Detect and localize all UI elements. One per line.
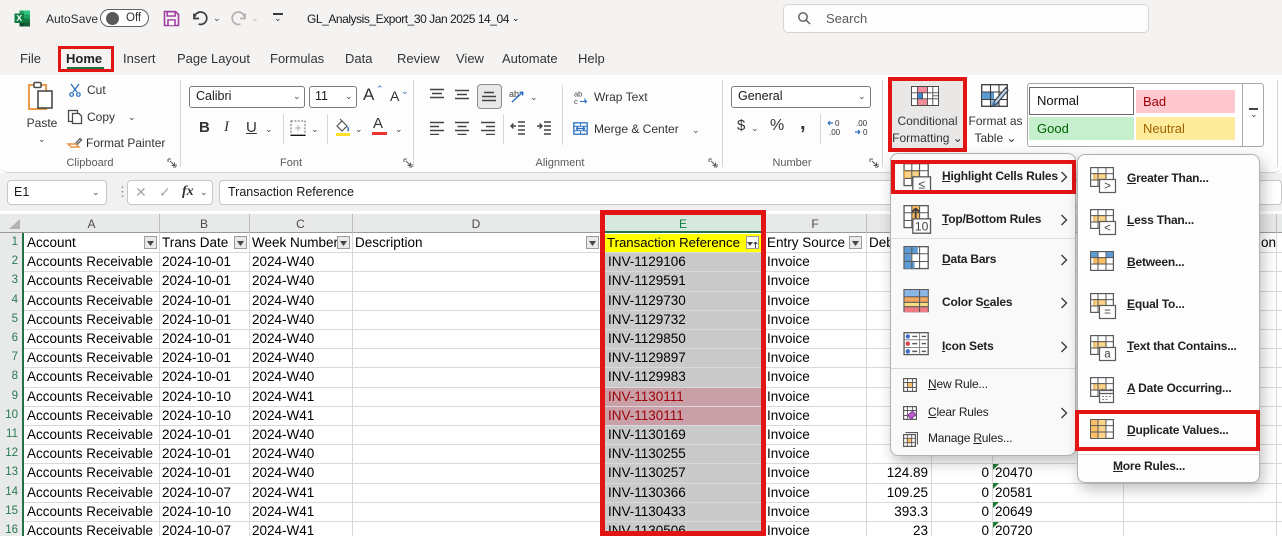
svg-text:10: 10 [915,220,929,234]
svg-text:=: = [1104,306,1111,318]
svg-text:.00: .00 [856,119,868,128]
svg-text:.00: .00 [829,128,841,137]
svg-text:<: < [1104,222,1111,234]
svg-text:0: 0 [835,119,840,128]
svg-text:c: c [574,97,578,105]
svg-text:0: 0 [863,128,868,137]
svg-text:X: X [16,13,22,23]
svg-text:a: a [1104,348,1111,360]
svg-text:>: > [1104,180,1111,192]
